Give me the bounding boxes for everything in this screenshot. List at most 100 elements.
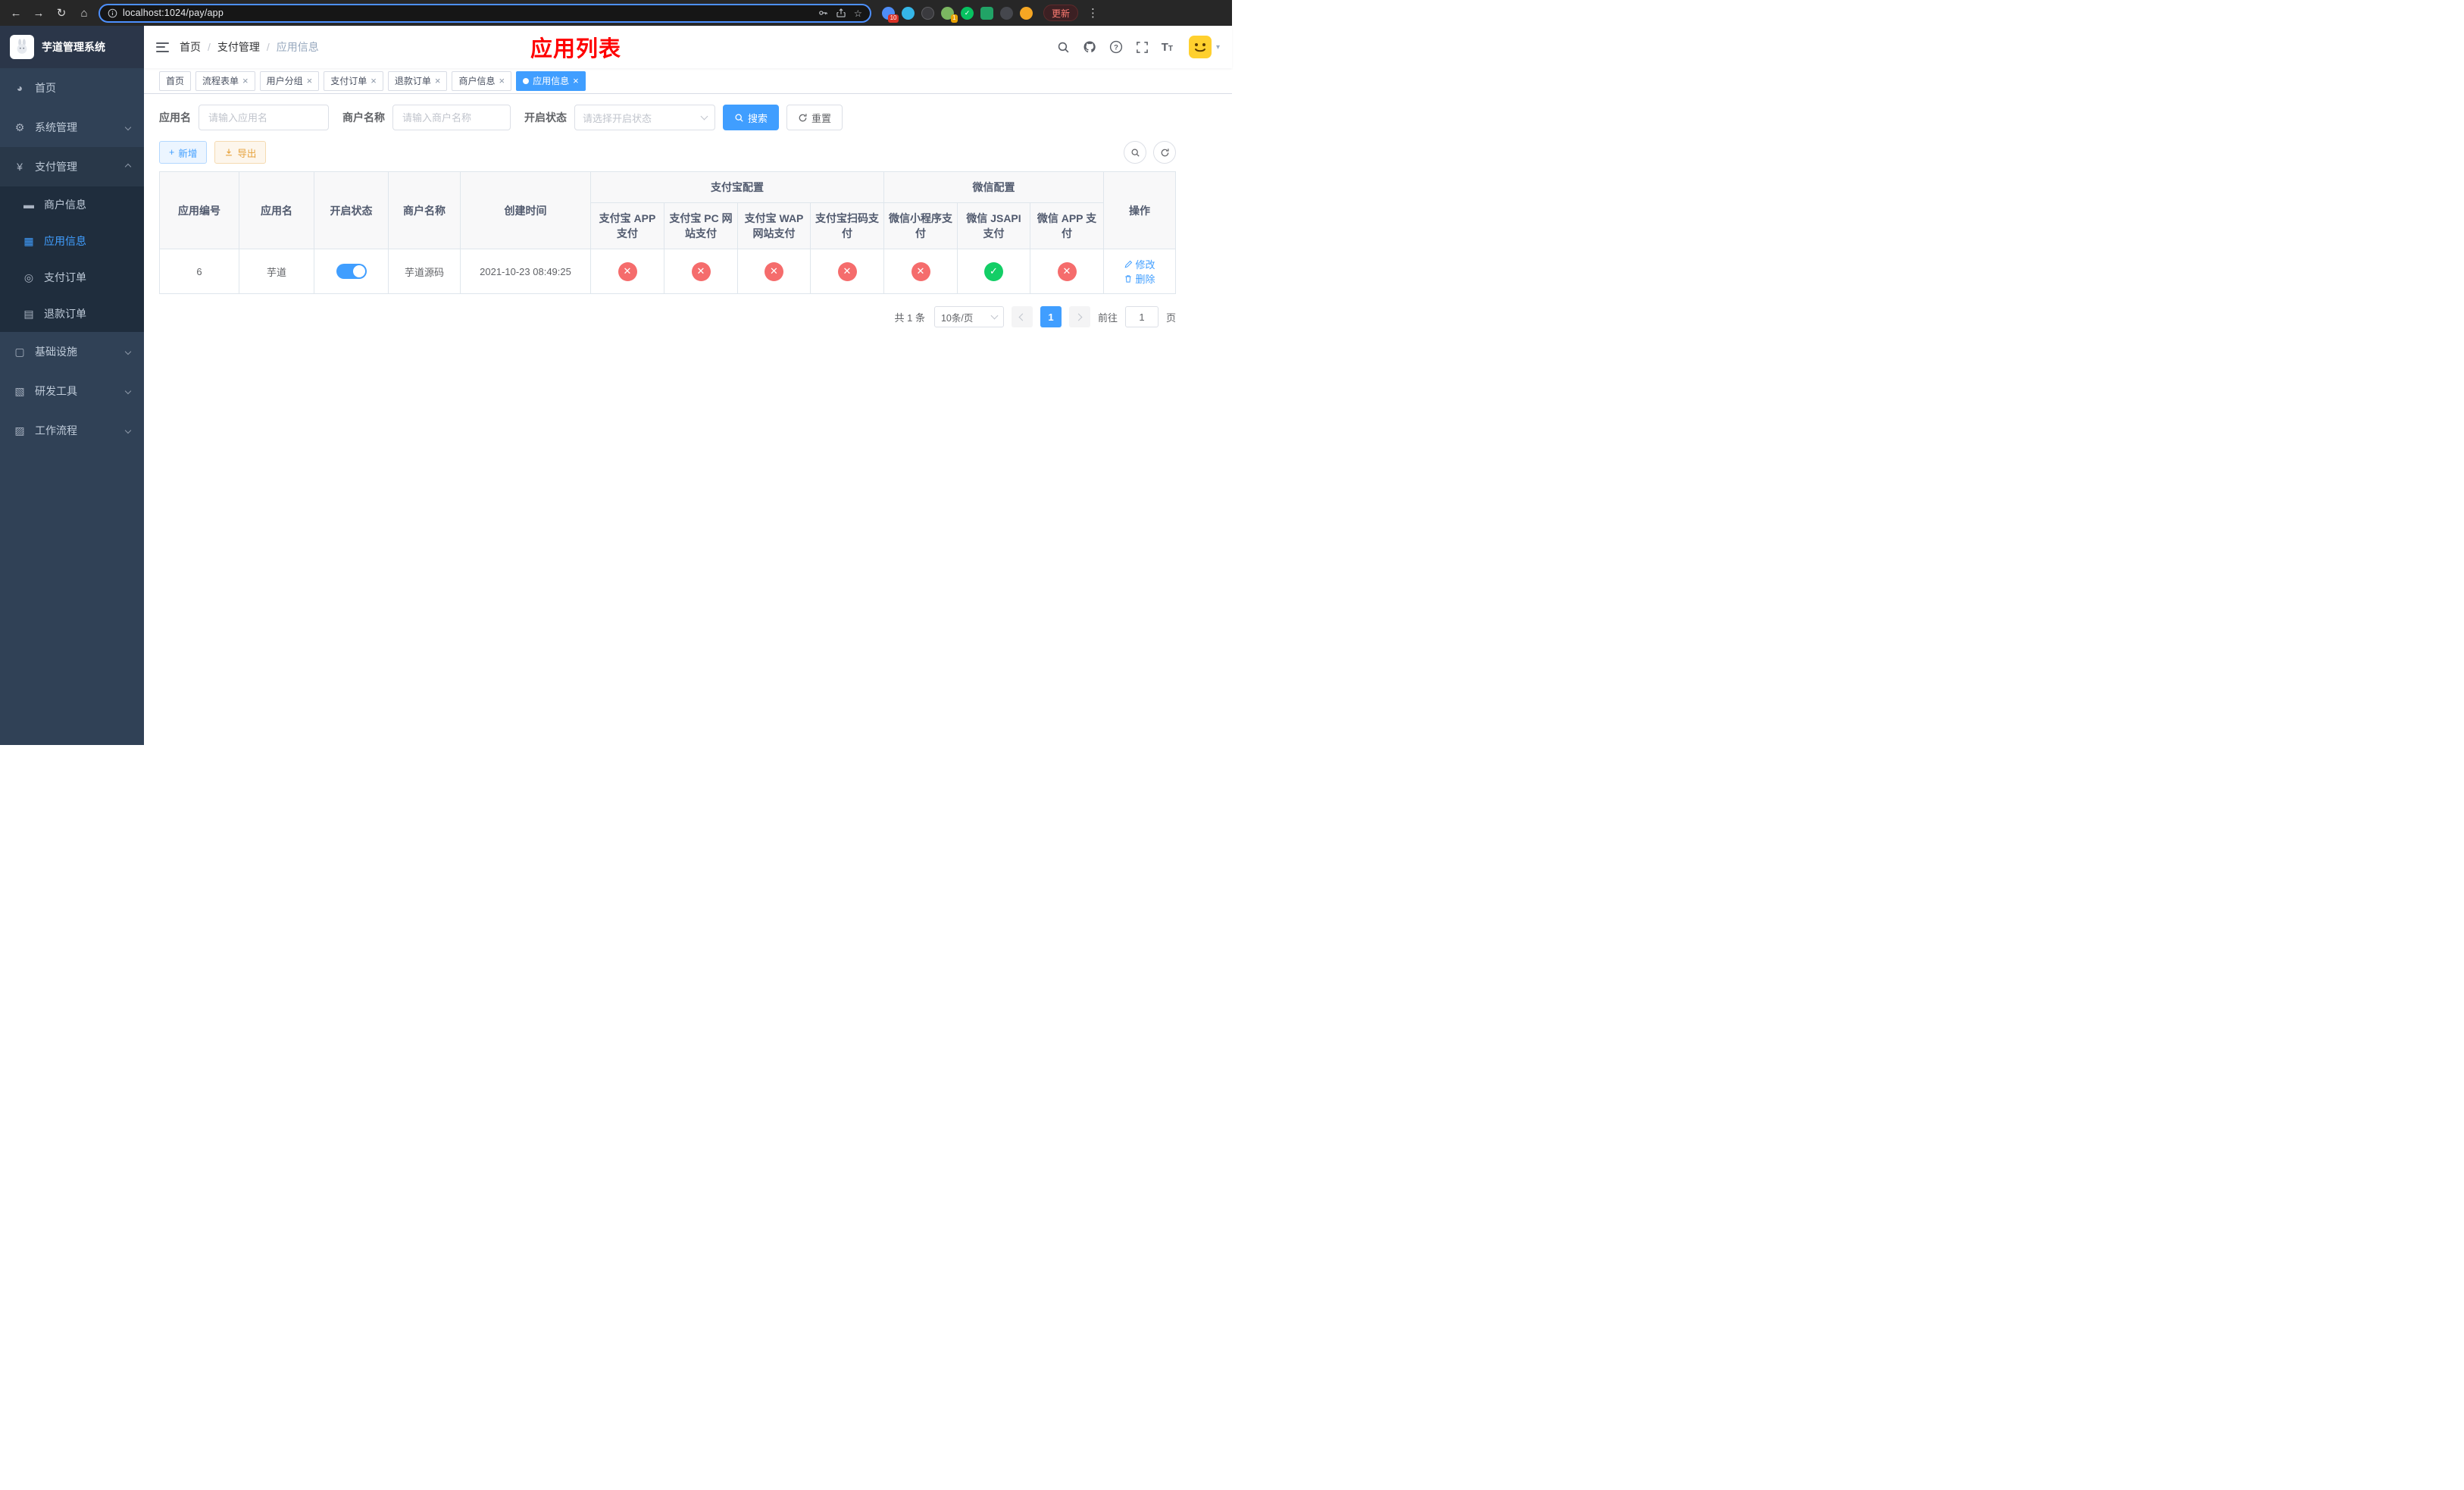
add-button[interactable]: + 新增 (159, 141, 208, 164)
prev-page-button[interactable] (1011, 306, 1033, 327)
sidebar-item-pay-orders[interactable]: ◎ 支付订单 (0, 259, 144, 296)
logo-rabbit-icon (10, 35, 34, 59)
filter-form: 应用名 商户名称 开启状态 请选择开启状态 搜索 重置 (159, 105, 1176, 130)
address-bar[interactable]: localhost:1024/pay/app ☆ (98, 3, 871, 23)
next-page-button[interactable] (1068, 306, 1090, 327)
extension-puzzle-icon[interactable]: 10 (882, 6, 899, 23)
close-icon[interactable]: × (371, 76, 377, 86)
extension-avatar-icon[interactable]: 1 (941, 6, 958, 23)
breadcrumb-separator: / (266, 41, 270, 53)
status-label: 开启状态 (524, 111, 567, 124)
chrome-profile-avatar[interactable] (1020, 6, 1033, 20)
header-search-icon[interactable] (1057, 41, 1070, 54)
sidebar-item-payment[interactable]: ¥ 支付管理 (0, 147, 144, 186)
delete-button[interactable]: 删除 (1124, 271, 1155, 286)
col-app-id: 应用编号 (159, 171, 239, 249)
breadcrumb-item[interactable]: 首页 (180, 39, 201, 55)
font-size-icon[interactable]: TT (1162, 41, 1173, 54)
cell-created: 2021-10-23 08:49:25 (460, 249, 591, 294)
tab-refund-orders[interactable]: 退款订单 × (387, 70, 448, 91)
extension-pin-icon[interactable] (1000, 6, 1013, 20)
forward-icon[interactable]: → (30, 5, 47, 21)
tab-merchant-info[interactable]: 商户信息 × (452, 70, 512, 91)
merchant-name-label: 商户名称 (342, 111, 385, 124)
page-size-value: 10条/页 (940, 312, 974, 324)
main-area: 首页 / 支付管理 / 应用信息 应用列表 ? TT ▾ 首页 流程表单 × 用… (144, 26, 1232, 745)
export-button[interactable]: 导出 (214, 141, 267, 164)
reset-button[interactable]: 重置 (786, 105, 843, 130)
goto-page-input[interactable] (1124, 306, 1159, 327)
toggle-search-button[interactable] (1124, 141, 1146, 164)
chrome-update-button[interactable]: 更新 (1043, 5, 1079, 21)
close-icon[interactable]: × (435, 76, 441, 86)
sidebar-item-label: 研发工具 (35, 385, 77, 397)
tab-user-group[interactable]: 用户分组 × (259, 70, 320, 91)
edit-button[interactable]: 修改 (1124, 257, 1155, 271)
site-info-icon[interactable] (108, 8, 117, 18)
alipay-qr-status-icon: ✕ (837, 261, 857, 281)
plus-icon: + (169, 147, 175, 158)
monitor-icon: ▢ (14, 345, 25, 358)
home-icon[interactable]: ⌂ (76, 5, 92, 21)
extension-wechat-icon[interactable]: ✓ (961, 6, 974, 20)
sidebar-item-workflow[interactable]: ▨ 工作流程 (0, 411, 144, 450)
col-wx-jsapi: 微信 JSAPI 支付 (957, 202, 1030, 249)
app-table: 应用编号 应用名 开启状态 商户名称 创建时间 支付宝配置 微信配置 操作 支付… (159, 171, 1176, 294)
sidebar-item-infrastructure[interactable]: ▢ 基础设施 (0, 332, 144, 371)
reload-icon[interactable]: ↻ (53, 5, 70, 21)
fullscreen-icon[interactable] (1136, 41, 1149, 54)
sidebar-item-app-info[interactable]: ▦ 应用信息 (0, 223, 144, 259)
tab-label: 退款订单 (394, 76, 431, 86)
password-key-icon[interactable] (818, 8, 828, 18)
extension-dark-icon[interactable] (921, 6, 934, 20)
close-icon[interactable]: × (573, 76, 579, 86)
app-name-input[interactable] (199, 105, 329, 130)
sidebar-logo[interactable]: 芋道管理系统 (0, 26, 144, 68)
yen-icon: ¥ (17, 161, 23, 173)
sidebar-item-system[interactable]: ⚙ 系统管理 (0, 108, 144, 147)
chevron-down-icon (124, 387, 132, 395)
merchant-name-input[interactable] (392, 105, 511, 130)
bookmark-star-icon[interactable]: ☆ (854, 8, 862, 19)
share-icon[interactable] (836, 8, 846, 18)
tab-home[interactable]: 首页 (159, 70, 192, 91)
tab-pay-orders[interactable]: 支付订单 × (324, 70, 383, 91)
sidebar-item-label: 系统管理 (35, 121, 77, 133)
page-size-select[interactable]: 10条/页 (933, 306, 1004, 327)
add-button-label: 新增 (178, 148, 198, 159)
status-select[interactable]: 请选择开启状态 (574, 105, 715, 130)
cell-app-name: 芋道 (239, 249, 314, 294)
search-button-label: 搜索 (748, 112, 768, 124)
breadcrumb: 首页 / 支付管理 / 应用信息 (180, 39, 319, 55)
sidebar-item-home[interactable]: ◕ 首页 (0, 68, 144, 108)
chrome-menu-icon[interactable]: ⋮ (1084, 6, 1102, 20)
wx-jsapi-status-icon: ✓ (984, 261, 1003, 281)
close-icon[interactable]: × (242, 76, 249, 86)
tab-process-form[interactable]: 流程表单 × (195, 70, 255, 91)
export-button-label: 导出 (237, 148, 257, 159)
sidebar-item-refund-orders[interactable]: ▤ 退款订单 (0, 296, 144, 332)
sidebar-item-label: 商户信息 (44, 199, 86, 211)
col-alipay-qr: 支付宝扫码支付 (810, 202, 884, 249)
top-navbar: 首页 / 支付管理 / 应用信息 应用列表 ? TT ▾ (144, 26, 1232, 68)
extension-green-square-icon[interactable] (980, 6, 993, 20)
sidebar-collapse-icon[interactable] (156, 42, 169, 52)
help-icon[interactable]: ? (1109, 40, 1123, 54)
breadcrumb-item[interactable]: 支付管理 (217, 39, 260, 55)
back-icon[interactable]: ← (8, 5, 24, 21)
status-toggle[interactable] (336, 264, 367, 279)
close-icon[interactable]: × (499, 76, 505, 86)
goto-prefix-label: 前往 (1097, 311, 1118, 324)
current-page[interactable]: 1 (1040, 306, 1062, 327)
goto-suffix-label: 页 (1165, 311, 1176, 324)
refresh-table-button[interactable] (1153, 141, 1176, 164)
user-menu[interactable]: ▾ (1188, 36, 1220, 58)
search-button[interactable]: 搜索 (723, 105, 780, 130)
sidebar-item-dev-tools[interactable]: ▧ 研发工具 (0, 371, 144, 411)
page-title: 应用列表 (530, 37, 622, 61)
extension-drop-icon[interactable] (902, 6, 915, 20)
github-icon[interactable] (1083, 40, 1096, 54)
sidebar-item-merchant-info[interactable]: ▬ 商户信息 (0, 186, 144, 223)
tab-app-info[interactable]: 应用信息 × (516, 70, 586, 91)
close-icon[interactable]: × (307, 76, 313, 86)
